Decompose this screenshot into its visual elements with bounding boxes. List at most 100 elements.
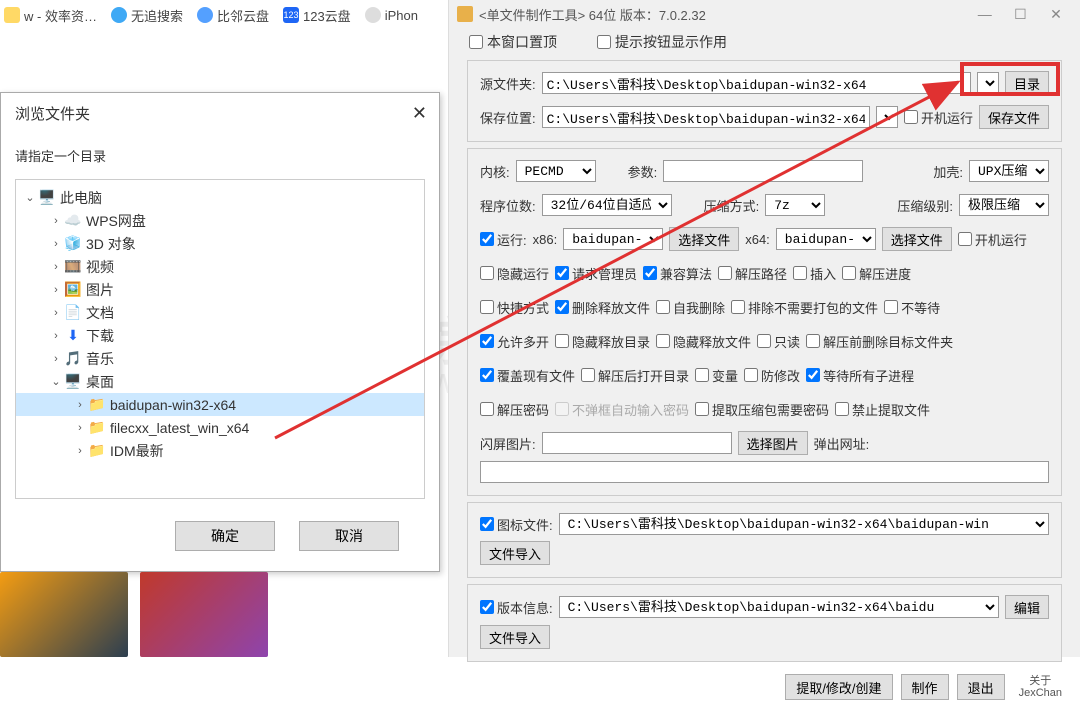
popurl-label: 弹出网址:	[814, 434, 870, 453]
opt-checkbox[interactable]: 等待所有子进程	[806, 366, 914, 385]
show-button-hint-checkbox[interactable]: 提示按钮显示作用	[597, 32, 727, 52]
opt-checkbox[interactable]: 只读	[757, 332, 800, 351]
close-icon[interactable]: ✕	[1040, 6, 1072, 23]
thumbnail-row	[0, 572, 268, 657]
bookmark-bar: w - 效率资… 无追搜索 比邻云盘 123123云盘 iPhon	[0, 0, 450, 30]
autorun-checkbox[interactable]: 开机运行	[904, 108, 973, 127]
opt-checkbox[interactable]: 变量	[695, 366, 738, 385]
tree-node-selected[interactable]: ›📁baidupan-win32-x64	[16, 393, 424, 416]
opt-checkbox[interactable]: 隐藏释放文件	[656, 332, 751, 351]
tree-node[interactable]: ›☁️WPS网盘	[16, 209, 424, 232]
opt-checkbox[interactable]: 解压进度	[842, 264, 911, 283]
opt-checkbox-disabled: 不弹框自动输入密码	[555, 400, 689, 419]
opt-checkbox[interactable]: 兼容算法	[643, 264, 712, 283]
bookmark-item[interactable]: 无追搜索	[111, 6, 183, 25]
x64-label: x64:	[745, 232, 770, 247]
bookmark-item[interactable]: w - 效率资…	[4, 6, 97, 25]
thumbnail[interactable]	[0, 572, 128, 657]
pin-window-checkbox[interactable]: 本窗口置顶	[469, 32, 557, 52]
tree-node[interactable]: ›📄文档	[16, 301, 424, 324]
close-icon[interactable]: ✕	[412, 103, 427, 124]
shell-select[interactable]: UPX压缩	[969, 160, 1049, 182]
tree-node[interactable]: ›🎵音乐	[16, 347, 424, 370]
directory-button[interactable]: 目录	[1005, 71, 1049, 95]
opt-checkbox[interactable]: 隐藏运行	[480, 264, 549, 283]
opt-checkbox[interactable]: 不等待	[884, 298, 940, 317]
make-button[interactable]: 制作	[901, 674, 949, 700]
core-select[interactable]: PECMD	[516, 160, 596, 182]
splash-input[interactable]	[542, 432, 732, 454]
x86-select[interactable]: baidupan-wi	[563, 228, 663, 250]
bookmark-item[interactable]: iPhon	[365, 7, 418, 23]
popurl-input[interactable]	[480, 461, 1049, 483]
compress-select[interactable]: 7z	[765, 194, 825, 216]
select-file-x64-button[interactable]: 选择文件	[882, 227, 952, 251]
source-folder-input[interactable]	[542, 72, 971, 94]
level-select[interactable]: 极限压缩	[959, 194, 1049, 216]
opt-checkbox[interactable]: 防修改	[744, 366, 800, 385]
source-folder-label: 源文件夹:	[480, 74, 536, 93]
icon-file-select[interactable]: C:\Users\雷科技\Desktop\baidupan-win32-x64\…	[559, 513, 1049, 535]
ok-button[interactable]: 确定	[175, 521, 275, 551]
version-info-checkbox[interactable]: 版本信息:	[480, 598, 553, 617]
icon-import-button[interactable]: 文件导入	[480, 541, 550, 565]
tree-node[interactable]: ›⬇下载	[16, 324, 424, 347]
version-edit-button[interactable]: 编辑	[1005, 595, 1049, 619]
run-checkbox[interactable]: 运行:	[480, 230, 527, 249]
splash-label: 闪屏图片:	[480, 434, 536, 453]
bits-select[interactable]: 32位/64位自适应	[542, 194, 672, 216]
select-image-button[interactable]: 选择图片	[738, 431, 808, 455]
app-icon	[457, 6, 473, 22]
version-import-button[interactable]: 文件导入	[480, 625, 550, 649]
opt-checkbox[interactable]: 删除释放文件	[555, 298, 650, 317]
bookmark-item[interactable]: 123123云盘	[283, 6, 351, 25]
level-label: 压缩级别:	[897, 196, 953, 215]
bookmark-item[interactable]: 比邻云盘	[197, 6, 269, 25]
minimize-icon[interactable]: —	[969, 6, 1001, 22]
bits-label: 程序位数:	[480, 196, 536, 215]
source-folder-dropdown[interactable]	[977, 72, 999, 94]
browse-folder-dialog: 浏览文件夹 ✕ 请指定一个目录 ⌄🖥️此电脑 ›☁️WPS网盘 ›🧊3D 对象 …	[0, 92, 440, 572]
exit-button[interactable]: 退出	[957, 674, 1005, 700]
extract-button[interactable]: 提取/修改/创建	[785, 674, 892, 700]
tree-node[interactable]: ›📁IDM最新	[16, 439, 424, 462]
save-location-dropdown[interactable]	[876, 106, 898, 128]
icon-file-checkbox[interactable]: 图标文件:	[480, 515, 553, 534]
opt-checkbox[interactable]: 解压路径	[718, 264, 787, 283]
opt-checkbox[interactable]: 提取压缩包需要密码	[695, 400, 829, 419]
opt-checkbox[interactable]: 覆盖现有文件	[480, 366, 575, 385]
opt-checkbox[interactable]: 允许多开	[480, 332, 549, 351]
folder-tree[interactable]: ⌄🖥️此电脑 ›☁️WPS网盘 ›🧊3D 对象 ›🎞️视频 ›🖼️图片 ›📄文档…	[15, 179, 425, 499]
save-location-input[interactable]	[542, 106, 870, 128]
opt-checkbox[interactable]: 排除不需要打包的文件	[731, 298, 878, 317]
tree-node[interactable]: ›🖼️图片	[16, 278, 424, 301]
x64-select[interactable]: baidupan-wi	[776, 228, 876, 250]
tree-node[interactable]: ›🎞️视频	[16, 255, 424, 278]
about-label: 关于JexChan	[1019, 675, 1062, 699]
opt-checkbox[interactable]: 解压密码	[480, 400, 549, 419]
single-file-tool-window: <单文件制作工具> 64位 版本：7.0.2.32 — ☐ ✕ 本窗口置顶 提示…	[448, 0, 1080, 657]
tree-node[interactable]: ›🧊3D 对象	[16, 232, 424, 255]
select-file-x86-button[interactable]: 选择文件	[669, 227, 739, 251]
tree-node-desktop[interactable]: ⌄🖥️桌面	[16, 370, 424, 393]
version-info-select[interactable]: C:\Users\雷科技\Desktop\baidupan-win32-x64\…	[559, 596, 999, 618]
x86-label: x86:	[533, 232, 558, 247]
args-input[interactable]	[663, 160, 863, 182]
dialog-title: 浏览文件夹	[15, 103, 90, 124]
opt-checkbox[interactable]: 解压后打开目录	[581, 366, 689, 385]
opt-checkbox[interactable]: 禁止提取文件	[835, 400, 930, 419]
opt-checkbox[interactable]: 请求管理员	[555, 264, 637, 283]
cancel-button[interactable]: 取消	[299, 521, 399, 551]
opt-checkbox[interactable]: 解压前删除目标文件夹	[806, 332, 953, 351]
opt-checkbox[interactable]: 自我删除	[656, 298, 725, 317]
window-title: <单文件制作工具> 64位 版本：7.0.2.32	[479, 5, 706, 24]
tree-node-thispc[interactable]: ⌄🖥️此电脑	[16, 186, 424, 209]
opt-checkbox[interactable]: 隐藏释放目录	[555, 332, 650, 351]
maximize-icon[interactable]: ☐	[1004, 6, 1036, 23]
run-autorun-checkbox[interactable]: 开机运行	[958, 230, 1027, 249]
opt-checkbox[interactable]: 插入	[793, 264, 836, 283]
save-file-button[interactable]: 保存文件	[979, 105, 1049, 129]
tree-node[interactable]: ›📁filecxx_latest_win_x64	[16, 416, 424, 439]
thumbnail[interactable]	[140, 572, 268, 657]
opt-checkbox[interactable]: 快捷方式	[480, 298, 549, 317]
